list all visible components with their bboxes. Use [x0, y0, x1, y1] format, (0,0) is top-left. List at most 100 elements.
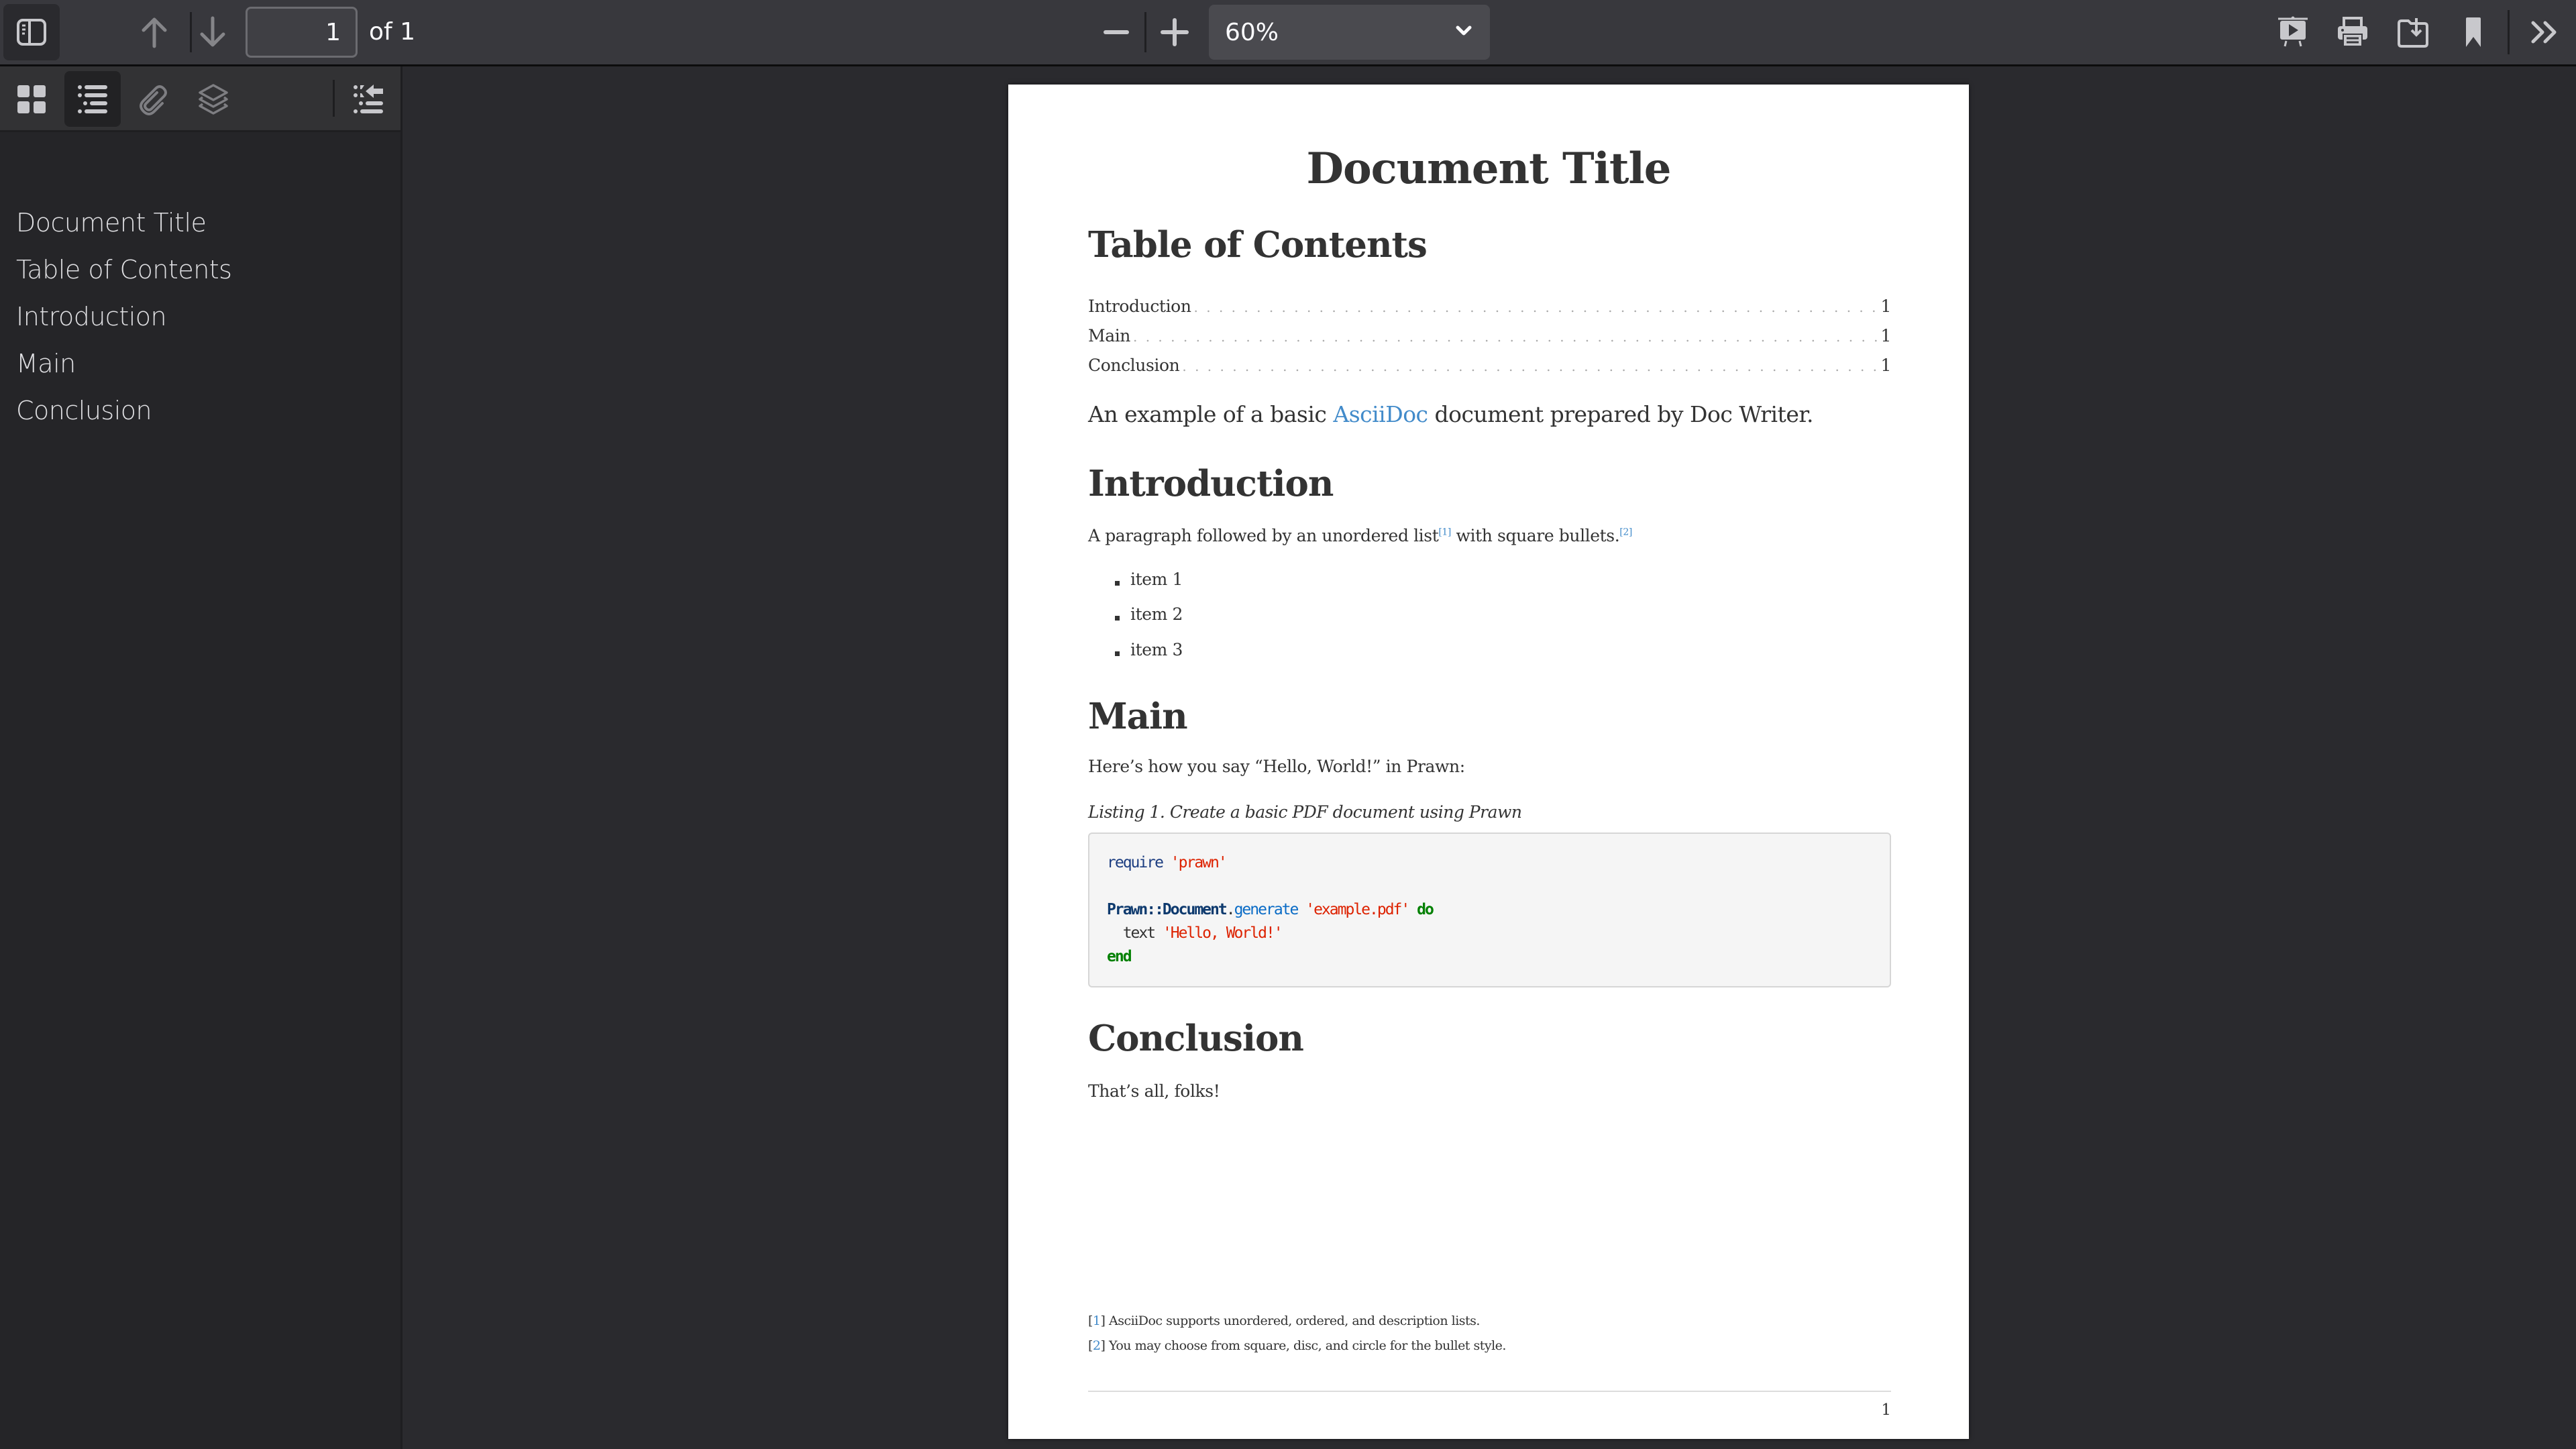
intro-paragraph: A paragraph followed by an unordered lis… — [1088, 526, 1632, 545]
listing-caption: Listing 1. Create a basic PDF document u… — [1088, 802, 1522, 822]
document-title: Document Title — [1306, 144, 1671, 194]
footnote-bracket: [ — [1088, 1338, 1093, 1353]
toolbar-divider — [1144, 12, 1146, 52]
toc-entry-page: 1 — [1880, 326, 1891, 345]
arrow-up-icon — [142, 17, 167, 48]
bookmark-icon — [2466, 17, 2481, 47]
outline-view-button[interactable] — [64, 71, 121, 127]
zoom-in-button[interactable] — [1155, 9, 1194, 55]
square-bullet — [1115, 651, 1120, 656]
toc-leader-dots: . . . . . . . . . . . . . . . . . . . . … — [1193, 299, 1878, 315]
footer-rule — [1088, 1391, 1891, 1392]
pdf-page: Document Title Table of Contents Introdu… — [1008, 85, 1969, 1439]
sidebar: Document Title Table of Contents Introdu… — [0, 66, 402, 1449]
footnote-backlink-2[interactable]: 2 — [1093, 1338, 1101, 1353]
toc-entry[interactable]: Main . . . . . . . . . . . . . . . . . .… — [1088, 326, 1891, 349]
code-line: text 'Hello, World!' — [1107, 924, 1283, 942]
footnote-2: [2] You may choose from square, disc, an… — [1088, 1338, 1506, 1353]
introduction-heading: Introduction — [1088, 463, 1334, 504]
code-method: generate — [1234, 901, 1299, 918]
previous-page-button[interactable] — [134, 9, 174, 55]
footnote-ref-1[interactable]: [1] — [1438, 527, 1451, 538]
attachments-view-button[interactable] — [125, 71, 181, 127]
layers-icon — [199, 83, 228, 115]
save-icon — [2398, 18, 2428, 48]
main-heading: Main — [1088, 696, 1188, 737]
list-item: item 2 — [1130, 604, 1183, 624]
thumbnails-view-button[interactable] — [3, 71, 60, 127]
toc-entry-label: Main — [1088, 326, 1130, 345]
toc-entry-label: Conclusion — [1088, 356, 1180, 375]
sidebar-toolbar — [0, 66, 400, 132]
square-bullet — [1115, 616, 1120, 621]
paperclip-icon — [140, 85, 167, 115]
toc-entry[interactable]: Conclusion . . . . . . . . . . . . . . .… — [1088, 356, 1891, 378]
sidebar-toggle-button[interactable] — [3, 4, 60, 60]
toc-entry-page: 1 — [1880, 297, 1891, 316]
asciidoc-link[interactable]: AsciiDoc — [1333, 401, 1428, 427]
code-string: 'prawn' — [1170, 854, 1228, 871]
conclusion-heading: Conclusion — [1088, 1018, 1304, 1059]
outline-item-conclusion[interactable]: Conclusion — [16, 396, 152, 425]
layers-view-button[interactable] — [185, 71, 241, 127]
tools-menu-button[interactable] — [2524, 9, 2567, 55]
presentation-mode-icon — [2278, 16, 2308, 47]
presentation-mode-button[interactable] — [2271, 9, 2314, 55]
outline-item-introduction[interactable]: Introduction — [16, 302, 167, 331]
code-punct: . — [1226, 901, 1236, 918]
code-keyword: end — [1107, 948, 1132, 965]
grid-icon — [17, 85, 46, 113]
footnote-ref-2[interactable]: [2] — [1619, 527, 1632, 538]
footnote-bracket: [ — [1088, 1313, 1093, 1328]
footnote-text: You may choose from square, disc, and ci… — [1105, 1338, 1506, 1353]
tools-chevrons-icon — [2531, 21, 2557, 44]
save-button[interactable] — [2392, 9, 2434, 55]
zoom-level-select[interactable]: 60% — [1209, 5, 1490, 60]
page-count-label: of 1 — [369, 18, 416, 46]
code-line: Prawn::Document.generate 'example.pdf' d… — [1107, 901, 1434, 918]
sidebar-toolbar-divider — [333, 80, 335, 117]
toolbar-divider — [2508, 10, 2510, 54]
toc-entry-label: Introduction — [1088, 297, 1191, 316]
collapse-outline-button[interactable] — [340, 71, 396, 127]
code-constant: Prawn::Document — [1107, 901, 1228, 918]
bookmark-button[interactable] — [2452, 9, 2495, 55]
main-toolbar: of 1 60% — [0, 0, 2576, 66]
outline-item-table-of-contents[interactable]: Table of Contents — [16, 255, 232, 284]
plus-icon — [1161, 18, 1189, 46]
lead-text: An example of a basic — [1088, 401, 1334, 427]
conclusion-paragraph: That’s all, folks! — [1088, 1081, 1220, 1101]
outline-item-main[interactable]: Main — [16, 349, 76, 378]
code-identifier: text — [1107, 924, 1163, 942]
page-footer-number: 1 — [1881, 1401, 1891, 1419]
print-icon — [2338, 17, 2367, 47]
code-keyword: do — [1417, 901, 1434, 918]
toolbar-divider — [190, 12, 192, 52]
print-button[interactable] — [2331, 9, 2374, 55]
code-keyword: require — [1107, 854, 1164, 871]
page-number-input[interactable] — [246, 7, 358, 58]
sidebar-toggle-icon — [17, 19, 46, 46]
code-line: require 'prawn' — [1107, 854, 1228, 871]
collapse-outline-icon — [354, 84, 383, 113]
toc-leader-dots: . . . . . . . . . . . . . . . . . . . . … — [1182, 358, 1878, 374]
intro-text: with square bullets. — [1451, 526, 1620, 545]
minus-icon — [1104, 30, 1129, 34]
next-page-button[interactable] — [193, 9, 233, 55]
chevron-down-icon — [1456, 25, 1472, 36]
footnote-backlink-1[interactable]: 1 — [1093, 1313, 1101, 1328]
zoom-out-button[interactable] — [1097, 9, 1135, 55]
footnote-text: AsciiDoc supports unordered, ordered, an… — [1105, 1313, 1480, 1328]
outline-item-document-title[interactable]: Document Title — [16, 208, 207, 237]
toc-entry[interactable]: Introduction . . . . . . . . . . . . . .… — [1088, 297, 1891, 319]
code-listing: require 'prawn' Prawn::Document.generate… — [1088, 833, 1891, 987]
code-string: 'Hello, World!' — [1162, 924, 1283, 942]
footnote-1: [1] AsciiDoc supports unordered, ordered… — [1088, 1313, 1480, 1328]
list-item: item 3 — [1130, 640, 1183, 659]
lead-text: document prepared by Doc Writer. — [1428, 401, 1814, 427]
toc-leader-dots: . . . . . . . . . . . . . . . . . . . . … — [1133, 329, 1878, 345]
code-string: 'example.pdf' — [1305, 901, 1410, 918]
arrow-down-icon — [200, 16, 225, 47]
square-bullet — [1115, 581, 1120, 586]
lead-paragraph: An example of a basic AsciiDoc document … — [1088, 401, 1814, 427]
